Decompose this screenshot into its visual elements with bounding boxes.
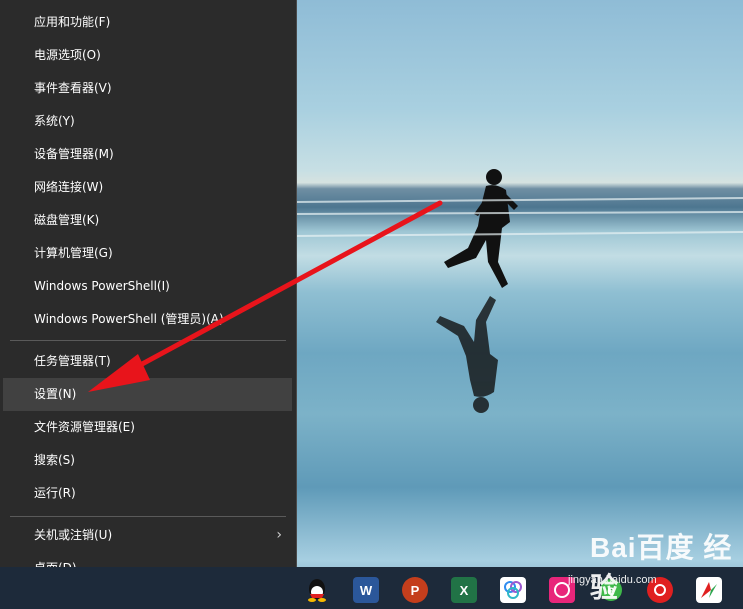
watermark-logo: Bai百度 经验 — [590, 532, 733, 603]
menu-item-run[interactable]: 运行(R) — [0, 477, 292, 510]
menu-item-settings[interactable]: 设置(N) — [3, 378, 292, 411]
menu-separator — [10, 516, 286, 517]
baidu-jingyan-watermark: Bai百度 经验 jingyan.baidu.com — [568, 526, 743, 606]
menu-item-apps-features[interactable]: 应用和功能(F) — [0, 6, 292, 39]
menu-item-power-options[interactable]: 电源选项(O) — [0, 39, 292, 72]
app-icon-blue[interactable] — [500, 577, 526, 603]
menu-item-network-connections[interactable]: 网络连接(W) — [0, 171, 292, 204]
desktop-wallpaper — [296, 0, 743, 609]
qq-icon[interactable] — [304, 577, 330, 603]
menu-item-search[interactable]: 搜索(S) — [0, 444, 292, 477]
menu-item-event-viewer[interactable]: 事件查看器(V) — [0, 72, 292, 105]
menu-item-task-manager[interactable]: 任务管理器(T) — [0, 345, 292, 378]
menu-item-device-manager[interactable]: 设备管理器(M) — [0, 138, 292, 171]
menu-item-file-explorer[interactable]: 文件资源管理器(E) — [0, 411, 292, 444]
menu-item-system[interactable]: 系统(Y) — [0, 105, 292, 138]
chevron-right-icon: › — [276, 527, 282, 543]
excel-icon[interactable]: X — [451, 577, 477, 603]
word-icon[interactable]: W — [353, 577, 379, 603]
menu-separator — [10, 340, 286, 341]
start-context-menu: 应用和功能(F) 电源选项(O) 事件查看器(V) 系统(Y) 设备管理器(M)… — [0, 0, 297, 584]
watermark-url: jingyan.baidu.com — [568, 574, 657, 586]
menu-item-shutdown-signout[interactable]: 关机或注销(U) › — [0, 519, 292, 552]
menu-item-computer-management[interactable]: 计算机管理(G) — [0, 237, 292, 270]
menu-item-powershell-admin[interactable]: Windows PowerShell (管理员)(A) — [0, 303, 292, 336]
menu-item-powershell[interactable]: Windows PowerShell(I) — [0, 270, 292, 303]
powerpoint-icon[interactable]: P — [402, 577, 428, 603]
menu-item-label: 关机或注销(U) — [34, 528, 113, 542]
runner-silhouette — [296, 169, 743, 413]
menu-item-disk-management[interactable]: 磁盘管理(K) — [0, 204, 292, 237]
